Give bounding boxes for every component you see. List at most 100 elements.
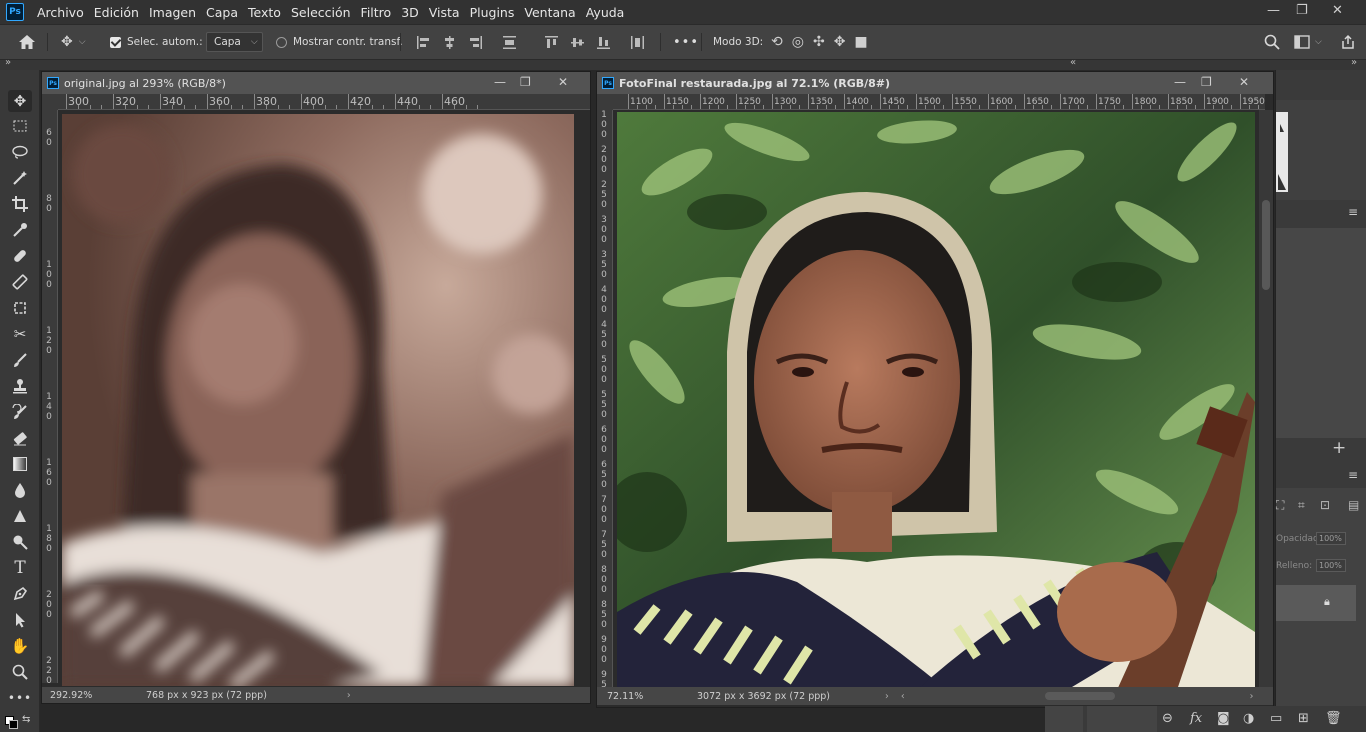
lock-all-icon[interactable]: ▤: [1348, 498, 1359, 512]
close-button[interactable]: ✕: [1239, 75, 1249, 89]
close-button[interactable]: ✕: [558, 75, 568, 89]
scroll-right-icon[interactable]: ›: [1250, 691, 1254, 702]
move-tool-preset[interactable]: ✥ ⌵: [61, 25, 86, 59]
layer-row-selected[interactable]: 🔒︎: [1276, 585, 1356, 621]
chevron-right-icon[interactable]: ›: [347, 690, 351, 701]
lasso-tool[interactable]: [8, 141, 32, 163]
hand-tool[interactable]: ✋: [8, 635, 32, 657]
link-layers-icon[interactable]: ⊖: [1162, 711, 1173, 726]
menu-archivo[interactable]: Archivo: [32, 5, 89, 20]
opacity-input[interactable]: 100%: [1316, 532, 1346, 545]
panel-menu-icon[interactable]: ≡: [1348, 205, 1358, 219]
brush-tool[interactable]: [8, 349, 32, 371]
minimize-button[interactable]: —: [494, 75, 506, 89]
pen-tool[interactable]: [8, 583, 32, 605]
restore-button[interactable]: ❐: [1296, 3, 1308, 18]
restore-button[interactable]: ❐: [1201, 75, 1212, 89]
zoom-level[interactable]: 292.92%: [50, 690, 146, 701]
layer-select[interactable]: Capa ⌵: [206, 25, 263, 59]
artboard-icon[interactable]: ⌗: [1298, 498, 1305, 513]
content-aware-move-tool[interactable]: [8, 297, 32, 319]
drag-3d-icon[interactable]: ✣: [813, 34, 825, 50]
distribute-horizontal-icon[interactable]: [503, 35, 516, 49]
delete-layer-icon[interactable]: 🗑︎: [1325, 711, 1342, 726]
edit-toolbar-button[interactable]: •••: [8, 687, 32, 709]
orbit-3d-icon[interactable]: ⟲: [771, 34, 783, 50]
restore-button[interactable]: ❐: [520, 75, 531, 89]
menu-vista[interactable]: Vista: [424, 5, 465, 20]
auto-select-checkbox[interactable]: Selec. autom.:: [110, 25, 203, 59]
fx-icon[interactable]: fx: [1190, 711, 1202, 726]
blur-tool[interactable]: [8, 479, 32, 501]
minimize-button[interactable]: —: [1267, 3, 1280, 18]
red-eye-tool[interactable]: ✂: [8, 323, 32, 345]
align-middle-icon[interactable]: [571, 36, 584, 49]
menu-texto[interactable]: Texto: [243, 5, 286, 20]
add-mask-icon[interactable]: ◙: [1217, 711, 1230, 726]
dodge-tool[interactable]: [8, 531, 32, 553]
menu-filtro[interactable]: Filtro: [356, 5, 397, 20]
document-window-restored[interactable]: Ps FotoFinal restaurada.jpg al 72.1% (RG…: [596, 71, 1274, 708]
menu-plugins[interactable]: Plugins: [465, 5, 520, 20]
workspace-button[interactable]: ⌵: [1294, 25, 1322, 59]
vertical-scrollbar[interactable]: [1259, 110, 1273, 689]
patch-tool[interactable]: [8, 271, 32, 293]
lock-pixels-icon[interactable]: ⛶: [1276, 498, 1284, 513]
menu-edicion[interactable]: Edición: [89, 5, 144, 20]
document-titlebar[interactable]: Ps FotoFinal restaurada.jpg al 72.1% (RG…: [597, 72, 1273, 94]
fill-input[interactable]: 100%: [1316, 559, 1346, 572]
scroll-left-icon[interactable]: ‹: [901, 691, 905, 702]
slide-3d-icon[interactable]: ✥: [834, 34, 846, 50]
align-right-icon[interactable]: [469, 35, 482, 49]
menu-ayuda[interactable]: Ayuda: [581, 5, 630, 20]
adjustment-layer-icon[interactable]: ◑: [1243, 711, 1254, 726]
menu-imagen[interactable]: Imagen: [144, 5, 201, 20]
gradient-tool[interactable]: [8, 453, 32, 475]
expand-toolbar-button[interactable]: »: [5, 57, 11, 68]
search-button[interactable]: [1264, 25, 1280, 59]
new-group-icon[interactable]: ▭: [1270, 711, 1282, 726]
align-bottom-icon[interactable]: [597, 36, 610, 49]
swap-colors-icon[interactable]: ⇆: [22, 714, 30, 725]
marquee-tool[interactable]: [8, 115, 32, 137]
crop-tool[interactable]: [8, 193, 32, 215]
zoom-level[interactable]: 72.11%: [607, 691, 697, 702]
distribute-vertical-icon[interactable]: [631, 35, 644, 49]
lock-position-icon[interactable]: ⊡: [1320, 498, 1330, 512]
document-window-original[interactable]: Ps original.jpg al 293% (RGB/8*) — ❐ ✕ 3…: [41, 71, 591, 704]
home-button[interactable]: [18, 25, 36, 59]
background-color-swatch[interactable]: [9, 720, 18, 729]
scrollbar-thumb[interactable]: [1262, 200, 1270, 290]
document-titlebar[interactable]: Ps original.jpg al 293% (RGB/8*) — ❐ ✕: [42, 72, 590, 94]
align-center-icon[interactable]: [443, 35, 456, 49]
horizontal-scrollbar-thumb[interactable]: [1044, 692, 1115, 700]
eyedropper-tool[interactable]: [8, 219, 32, 241]
move-tool[interactable]: ✥: [8, 90, 32, 112]
show-transform-checkbox[interactable]: Mostrar contr. transf.: [276, 25, 403, 59]
type-tool[interactable]: T: [8, 557, 32, 579]
expand-panels-button[interactable]: »: [1351, 57, 1357, 68]
eraser-tool[interactable]: [8, 427, 32, 449]
more-options-button[interactable]: •••: [673, 25, 699, 59]
align-top-icon[interactable]: [545, 35, 558, 49]
magic-wand-tool[interactable]: [8, 167, 32, 189]
minimize-button[interactable]: —: [1174, 75, 1186, 89]
add-button[interactable]: +: [1332, 438, 1346, 458]
zoom-tool[interactable]: [8, 661, 32, 683]
close-button[interactable]: ✕: [1332, 3, 1343, 18]
menu-ventana[interactable]: Ventana: [519, 5, 580, 20]
history-brush-tool[interactable]: [8, 401, 32, 423]
menu-capa[interactable]: Capa: [201, 5, 243, 20]
panel-menu-icon[interactable]: ≡: [1348, 468, 1358, 482]
roll-3d-icon[interactable]: ◎: [792, 34, 804, 50]
color-swatches[interactable]: ⇆: [5, 714, 35, 730]
chevron-right-icon[interactable]: ›: [885, 691, 889, 702]
path-selection-tool[interactable]: [8, 609, 32, 631]
healing-brush-tool[interactable]: [8, 245, 32, 267]
align-left-icon[interactable]: [417, 35, 430, 49]
camera-3d-icon[interactable]: ■: [854, 34, 867, 50]
share-button[interactable]: [1340, 25, 1356, 59]
menu-seleccion[interactable]: Selección: [286, 5, 356, 20]
collapse-panels-button[interactable]: «: [1070, 57, 1076, 68]
sharpen-tool[interactable]: [8, 505, 32, 527]
